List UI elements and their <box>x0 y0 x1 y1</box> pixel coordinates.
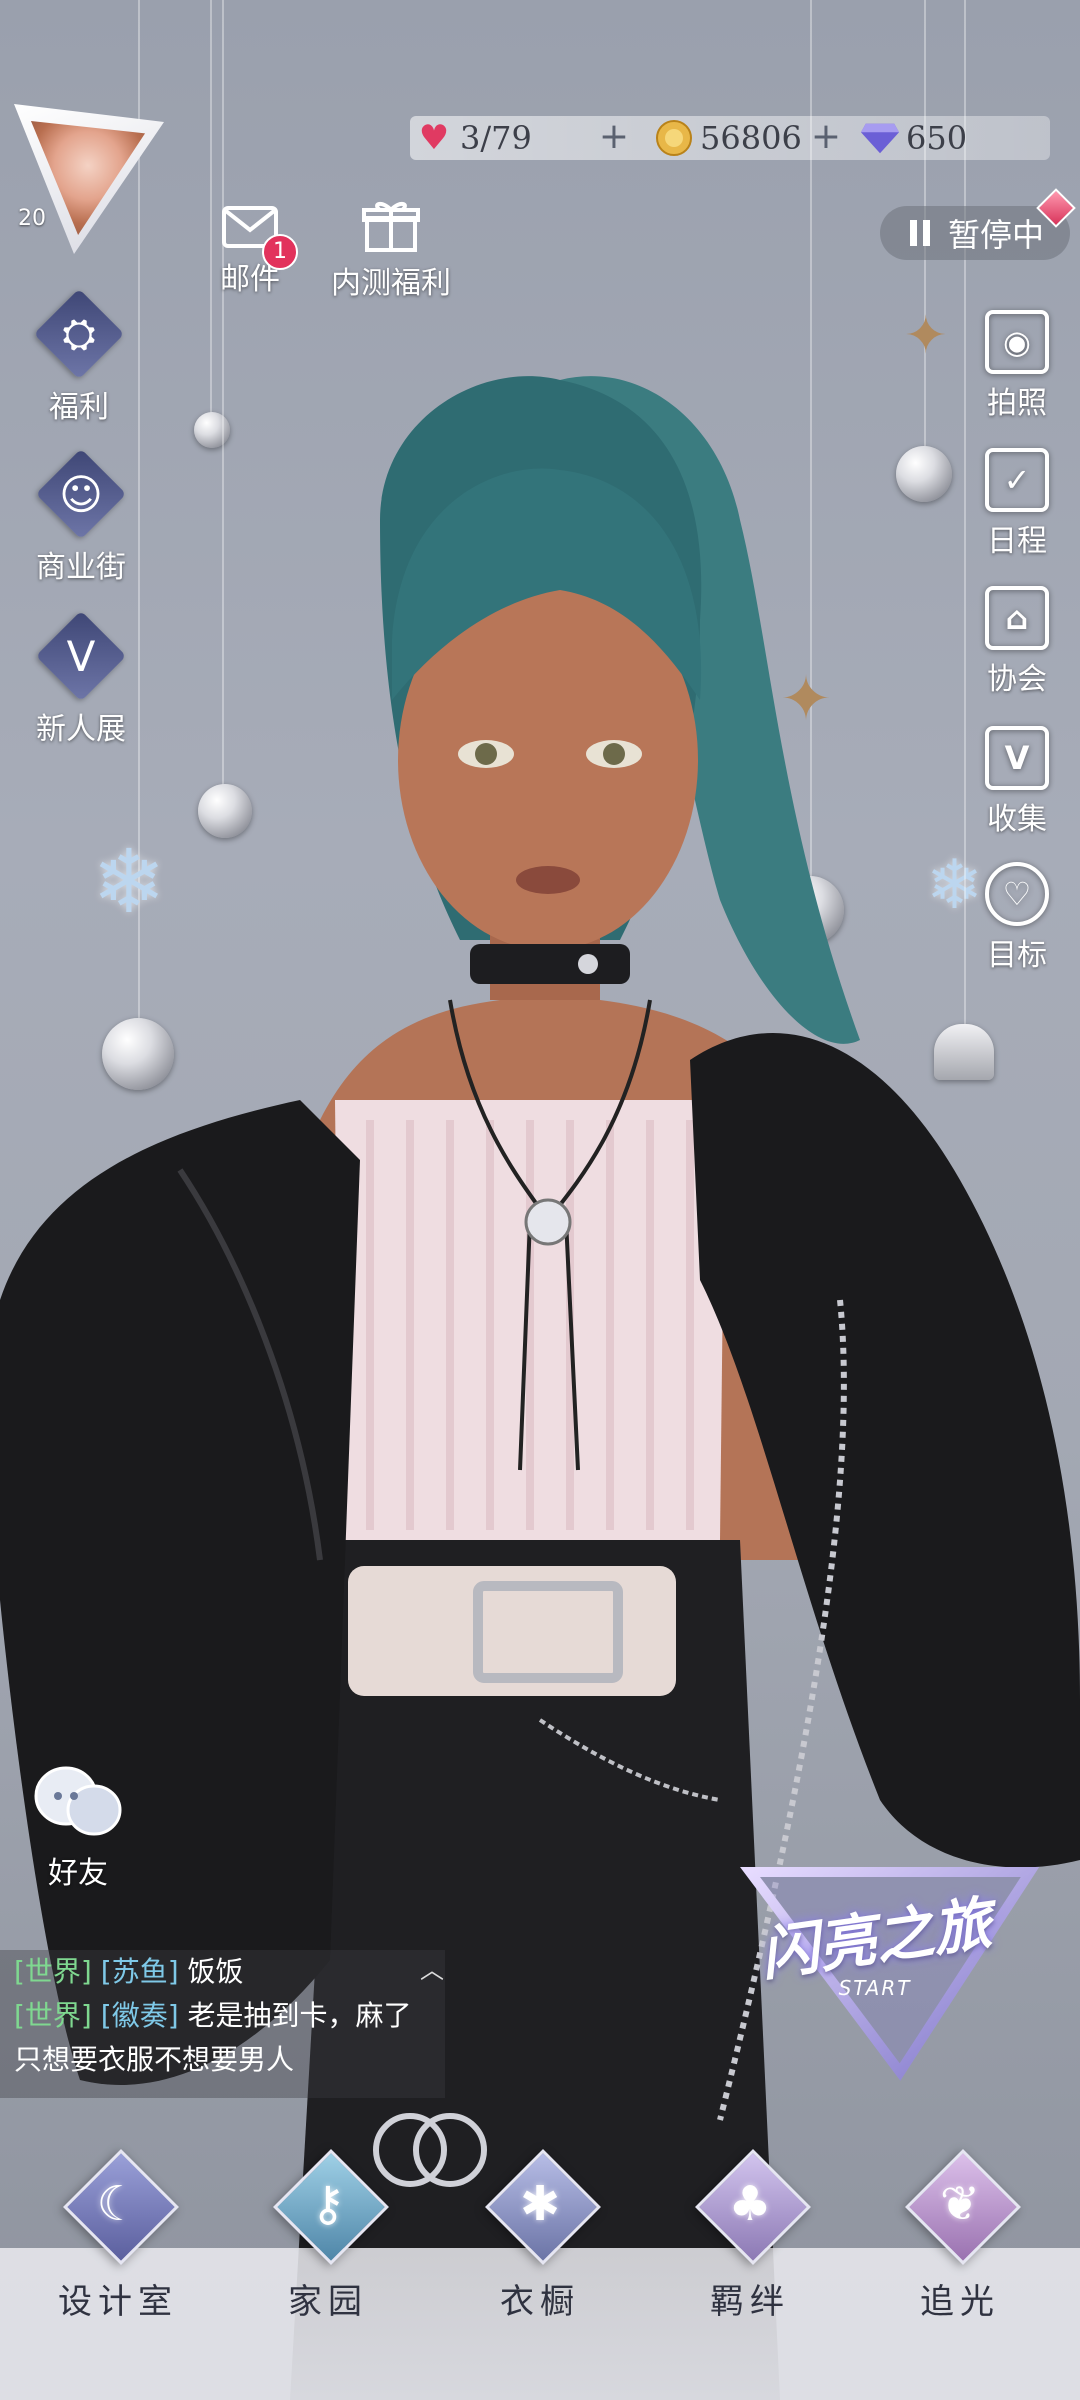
association-button[interactable]: ⌂ 协会 <box>972 586 1062 698</box>
crown-v-icon: V <box>35 610 127 702</box>
photo-button[interactable]: ◉ 拍照 <box>972 310 1062 422</box>
friends-icon <box>34 1766 122 1836</box>
event-start-journey-button[interactable]: 闪亮之旅 START <box>740 1852 1040 2082</box>
chat-text: 老是抽到卡，麻了 <box>187 1999 412 2032</box>
chat-username[interactable]: [徽奏] <box>101 1999 179 2032</box>
stamina-counter: ♥ 3/79 <box>414 116 532 160</box>
newcomer-show-button[interactable]: V 新人展 <box>26 610 136 748</box>
coin-icon <box>654 118 694 158</box>
shopping-bag-icon: ☺ <box>35 448 127 540</box>
collection-label: 收集 <box>987 802 1047 837</box>
balloon-icon: ⛭ <box>33 288 125 380</box>
nav-design-studio[interactable]: ☾ 设计室 <box>48 2148 188 2323</box>
calendar-check-icon: ✓ <box>985 448 1049 512</box>
coin-counter: 56806 <box>654 116 802 160</box>
beta-welfare-button[interactable]: 内测福利 <box>306 200 476 302</box>
pause-label: 暂停中 <box>948 216 1045 254</box>
collection-v-icon: V <box>985 726 1049 790</box>
target-badge-icon: ♡ <box>985 862 1049 926</box>
stamina-value: 3/79 <box>460 119 532 157</box>
chat-expand-icon[interactable]: ︿ <box>420 1950 444 1985</box>
camera-icon: ◉ <box>985 310 1049 374</box>
nav-label: 家园 <box>288 2282 368 2322</box>
schedule-label: 日程 <box>987 524 1047 559</box>
building-icon: ⌂ <box>985 586 1049 650</box>
association-label: 协会 <box>987 662 1047 697</box>
goal-label: 目标 <box>987 938 1047 973</box>
add-coins-button[interactable]: + <box>808 119 844 156</box>
nav-label: 追光 <box>920 2282 1000 2322</box>
event-logo-subtitle: START <box>838 1976 912 2000</box>
chat-channel: [世界] <box>14 1955 92 1988</box>
chat-text: 只想要衣服不想要男人 <box>14 2043 295 2076</box>
world-chat-panel[interactable]: [世界] [苏鱼] 饭饭 [世界] [徽奏] 老是抽到卡，麻了 只想要衣服不想要… <box>0 1950 445 2098</box>
moon-icon: ☾ <box>62 2148 179 2265</box>
shopping-street-label: 商业街 <box>36 550 126 585</box>
nav-home[interactable]: ⚷ 家园 <box>258 2148 398 2323</box>
collection-button[interactable]: V 收集 <box>972 726 1062 838</box>
newcomer-show-label: 新人展 <box>36 712 126 747</box>
chat-username[interactable]: [苏鱼] <box>101 1955 179 1988</box>
schedule-button[interactable]: ✓ 日程 <box>972 448 1062 560</box>
pause-icon <box>910 220 930 246</box>
butterfly-icon: ❦ <box>904 2148 1021 2265</box>
nav-label: 衣橱 <box>500 2282 580 2322</box>
coin-value: 56806 <box>700 119 802 157</box>
chat-message: [世界] [徽奏] 老是抽到卡，麻了 <box>0 1994 445 2038</box>
nav-label: 羁绊 <box>710 2282 790 2322</box>
chat-text: 饭饭 <box>187 1955 244 1988</box>
diamond-value: 650 <box>906 119 968 157</box>
friends-label: 好友 <box>48 1856 108 1891</box>
player-avatar[interactable] <box>14 104 174 254</box>
nav-wardrobe[interactable]: ✱ 衣橱 <box>470 2148 610 2323</box>
goal-button[interactable]: ♡ 目标 <box>972 862 1062 974</box>
shopping-street-button[interactable]: ☺ 商业街 <box>26 448 136 586</box>
clover-icon: ♣ <box>694 2148 811 2265</box>
chat-message: [世界] [苏鱼] 饭饭 <box>0 1950 445 1994</box>
nav-label: 设计室 <box>58 2282 178 2322</box>
friends-button[interactable]: 好友 <box>28 1760 128 1892</box>
diamond-counter: 650 <box>860 116 967 160</box>
snowflake-gem-icon: ✱ <box>484 2148 601 2265</box>
nav-bonds[interactable]: ♣ 羁绊 <box>680 2148 820 2323</box>
player-level: 20 <box>18 206 46 231</box>
chat-channel: [世界] <box>14 1999 92 2032</box>
welfare-label: 福利 <box>49 390 109 425</box>
diamond-icon <box>860 118 900 158</box>
mail-unread-badge: 1 <box>262 234 298 270</box>
key-icon: ⚷ <box>272 2148 389 2265</box>
heart-gem-icon: ♥ <box>418 118 450 158</box>
gift-box-icon <box>362 202 420 252</box>
chat-message: 只想要衣服不想要男人 <box>0 2038 445 2082</box>
nav-chase-light[interactable]: ❦ 追光 <box>890 2148 1030 2323</box>
add-stamina-button[interactable]: + <box>596 119 632 156</box>
photo-label: 拍照 <box>987 386 1047 421</box>
welfare-button[interactable]: ⛭ 福利 <box>33 288 125 426</box>
beta-welfare-label: 内测福利 <box>331 266 451 301</box>
